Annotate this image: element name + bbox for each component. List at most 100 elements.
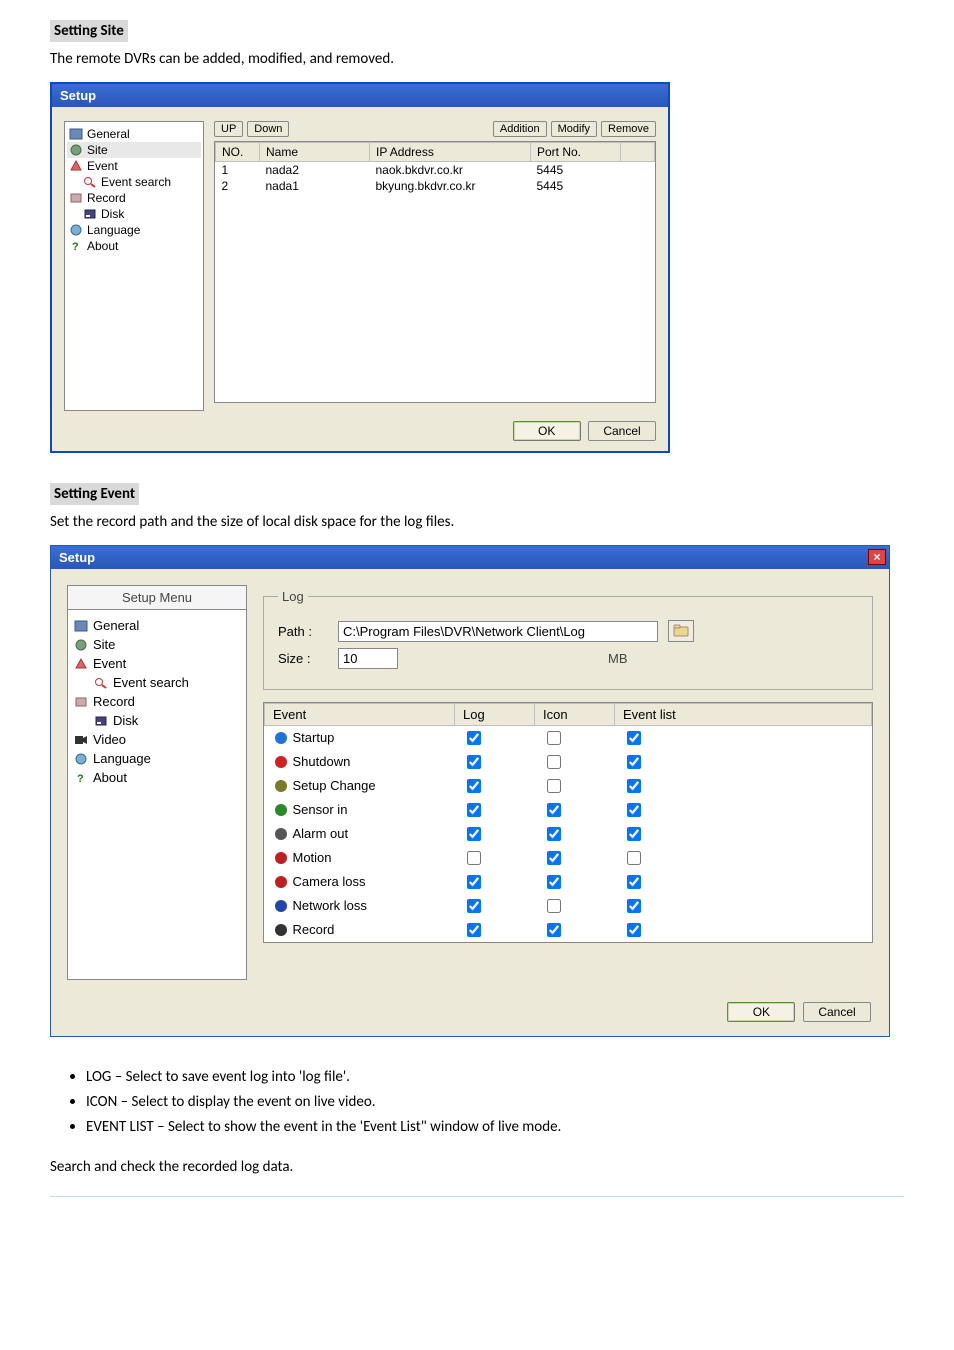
tree-general[interactable]: General	[87, 127, 130, 141]
tree-about[interactable]: About	[87, 239, 118, 253]
checkbox-log[interactable]	[467, 803, 481, 817]
tree-language[interactable]: Language	[93, 751, 151, 766]
cell-name: nada1	[260, 178, 370, 194]
cancel-button[interactable]: Cancel	[588, 421, 656, 441]
col-ip[interactable]: IP Address	[370, 143, 531, 162]
cancel-button[interactable]: Cancel	[803, 1002, 871, 1022]
checkbox-list[interactable]	[627, 755, 641, 769]
tree-site[interactable]: Site	[93, 637, 115, 652]
remove-button[interactable]: Remove	[601, 121, 656, 137]
tree-video[interactable]: Video	[93, 732, 126, 747]
checkbox-log[interactable]	[467, 923, 481, 937]
tree-record[interactable]: Record	[93, 694, 135, 709]
checkbox-icon[interactable]	[547, 755, 561, 769]
event-search-icon	[83, 176, 97, 188]
bullet-log: LOG – Select to save event log into 'log…	[86, 1067, 904, 1086]
checkbox-log[interactable]	[467, 827, 481, 841]
event-name: Network loss	[293, 898, 367, 913]
sites-grid[interactable]: NO. Name IP Address Port No. 1nada2naok.…	[214, 141, 656, 403]
tree-disk[interactable]: Disk	[101, 207, 124, 221]
checkbox-log[interactable]	[467, 899, 481, 913]
event-type-icon	[273, 754, 289, 770]
tree-header: Setup Menu	[67, 585, 247, 610]
col-icon[interactable]: Icon	[535, 704, 615, 726]
tree-about[interactable]: About	[93, 770, 127, 785]
cell-ip: bkyung.bkdvr.co.kr	[370, 178, 531, 194]
checkbox-list[interactable]	[627, 779, 641, 793]
col-name[interactable]: Name	[260, 143, 370, 162]
mb-label: MB	[608, 651, 628, 666]
checkbox-icon[interactable]	[547, 923, 561, 937]
event-name: Motion	[293, 850, 332, 865]
checkbox-icon[interactable]	[547, 827, 561, 841]
path-label: Path :	[278, 624, 328, 639]
general-icon	[74, 620, 88, 632]
checkbox-log[interactable]	[467, 851, 481, 865]
event-type-icon	[273, 802, 289, 818]
setup-tree[interactable]: General Site Event Event search Record D…	[64, 121, 204, 411]
col-event[interactable]: Event	[265, 704, 455, 726]
col-no[interactable]: NO.	[216, 143, 260, 162]
setup-tree[interactable]: General Site Event Event search Record D…	[67, 610, 247, 980]
checkbox-icon[interactable]	[547, 899, 561, 913]
event-type-icon	[273, 730, 289, 746]
disk-icon	[83, 208, 97, 220]
checkbox-list[interactable]	[627, 923, 641, 937]
tree-event-search[interactable]: Event search	[101, 175, 171, 189]
tree-event[interactable]: Event	[87, 159, 118, 173]
checkbox-icon[interactable]	[547, 779, 561, 793]
table-row[interactable]: 1nada2naok.bkdvr.co.kr5445	[216, 162, 655, 179]
table-row[interactable]: 2nada1bkyung.bkdvr.co.kr5445	[216, 178, 655, 194]
event-name-cell: Startup	[265, 726, 455, 751]
modify-button[interactable]: Modify	[551, 121, 597, 137]
col-log[interactable]: Log	[455, 704, 535, 726]
table-row: Camera loss	[265, 870, 872, 894]
checkbox-icon[interactable]	[547, 851, 561, 865]
size-input[interactable]	[338, 648, 398, 669]
setup-dialog-site: Setup General Site Event Event search Re…	[50, 82, 670, 453]
checkbox-list[interactable]	[627, 875, 641, 889]
general-icon	[69, 128, 83, 140]
checkbox-log[interactable]	[467, 731, 481, 745]
tree-event[interactable]: Event	[93, 656, 126, 671]
checkbox-list[interactable]	[627, 803, 641, 817]
checkbox-list[interactable]	[627, 731, 641, 745]
record-icon	[74, 696, 88, 708]
path-input[interactable]	[338, 621, 658, 642]
checkbox-log[interactable]	[467, 875, 481, 889]
browse-button[interactable]	[668, 620, 694, 642]
down-button[interactable]: Down	[247, 121, 289, 137]
checkbox-list[interactable]	[627, 827, 641, 841]
up-button[interactable]: UP	[214, 121, 243, 137]
event-type-icon	[273, 874, 289, 890]
tree-language[interactable]: Language	[87, 223, 140, 237]
paragraph-event: Set the record path and the size of loca…	[50, 513, 904, 531]
tree-record[interactable]: Record	[87, 191, 126, 205]
tree-disk[interactable]: Disk	[113, 713, 138, 728]
table-row: Setup Change	[265, 774, 872, 798]
checkbox-log[interactable]	[467, 779, 481, 793]
col-eventlist[interactable]: Event list	[615, 704, 872, 726]
ok-button[interactable]: OK	[513, 421, 581, 441]
size-label: Size :	[278, 651, 328, 666]
addition-button[interactable]: Addition	[493, 121, 547, 137]
checkbox-list[interactable]	[627, 851, 641, 865]
checkbox-list[interactable]	[627, 899, 641, 913]
checkbox-icon[interactable]	[547, 731, 561, 745]
cell-no: 2	[216, 178, 260, 194]
checkbox-log[interactable]	[467, 755, 481, 769]
event-name-cell: Record	[265, 918, 455, 942]
table-row: Sensor in	[265, 798, 872, 822]
col-port[interactable]: Port No.	[531, 143, 621, 162]
checkbox-icon[interactable]	[547, 803, 561, 817]
close-icon[interactable]: ×	[868, 549, 886, 565]
checkbox-icon[interactable]	[547, 875, 561, 889]
table-row: Motion	[265, 846, 872, 870]
ok-button[interactable]: OK	[727, 1002, 795, 1022]
tree-general[interactable]: General	[93, 618, 139, 633]
tree-event-search[interactable]: Event search	[113, 675, 189, 690]
tree-site[interactable]: Site	[87, 143, 108, 157]
cell-no: 1	[216, 162, 260, 179]
event-type-icon	[273, 850, 289, 866]
col-blank	[621, 143, 655, 162]
